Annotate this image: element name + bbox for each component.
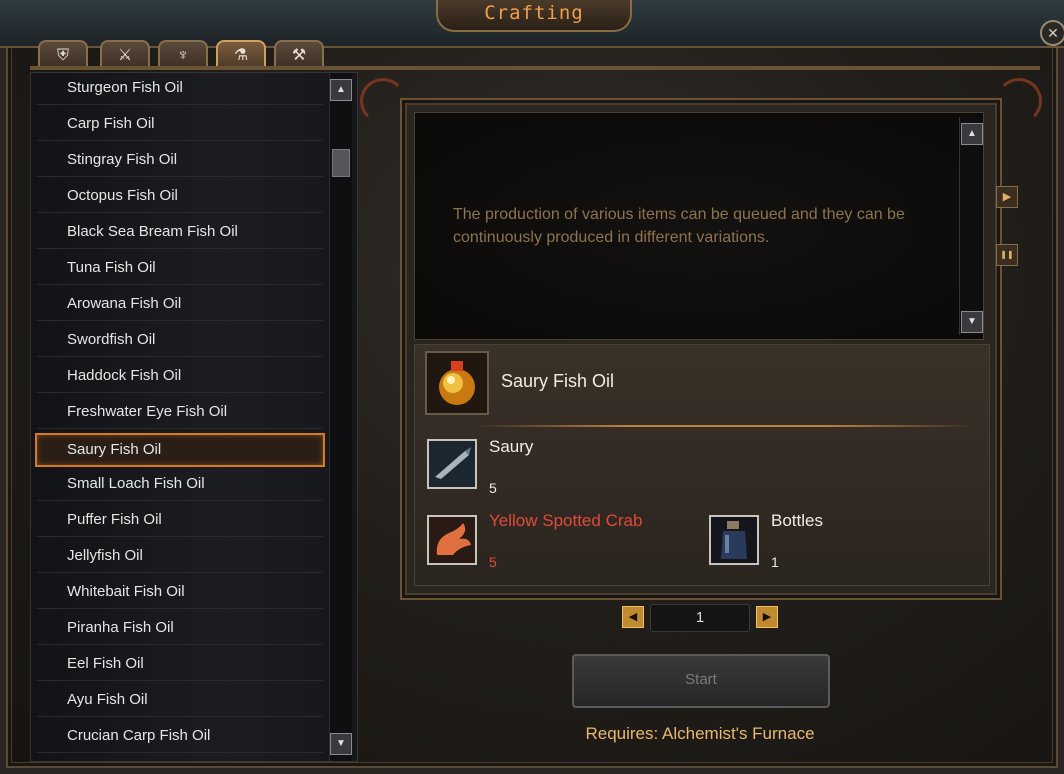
ingredient-quantity: 1 [771, 554, 779, 570]
requirement-text: Requires: Alchemist's Furnace [585, 724, 815, 743]
list-item[interactable]: Ayu Fish Oil [37, 683, 323, 717]
recipe-list-scrollbar[interactable]: ▲ ▼ [329, 73, 352, 761]
result-item-name: Saury Fish Oil [501, 371, 615, 391]
ingredient-quantity-missing: 5 [489, 554, 497, 570]
recipe-list: Sturgeon Fish Oil Carp Fish Oil Stingray… [30, 72, 358, 762]
list-item[interactable]: Crucian Carp Fish Oil [37, 719, 323, 753]
sword-icon: ⚔ [117, 47, 133, 64]
quantity-field[interactable]: 1 [650, 604, 750, 632]
corner-ornament [996, 78, 1042, 124]
description-box: The production of various items can be q… [414, 112, 984, 340]
chevron-up-icon: ▲ [336, 84, 346, 95]
fishing-icon: ♆ [177, 47, 189, 64]
result-item-slot[interactable] [425, 351, 489, 415]
tab-strip-divider [30, 66, 1040, 70]
list-item[interactable]: Whitebait Fish Oil [37, 575, 323, 609]
recipe-divider [475, 425, 975, 427]
ingredient-slot-bottles[interactable] [709, 515, 759, 565]
list-item[interactable]: Freshwater Eye Fish Oil [37, 395, 323, 429]
close-icon: ✕ [1047, 25, 1059, 41]
description-scroll-up[interactable]: ▲ [961, 123, 983, 145]
chevron-up-icon: ▲ [967, 128, 977, 139]
chevron-down-icon: ▼ [336, 738, 346, 749]
list-item[interactable]: Haddock Fish Oil [37, 359, 323, 393]
list-item[interactable]: Stingray Fish Oil [37, 143, 323, 177]
scroll-up-button[interactable]: ▲ [330, 79, 352, 101]
ingredient-name: Saury [489, 437, 534, 456]
list-item[interactable]: Black Sea Bream Fish Oil [37, 215, 323, 249]
list-item[interactable]: Piranha Fish Oil [37, 611, 323, 645]
window-title: Crafting [484, 2, 584, 24]
description-scroll-down[interactable]: ▼ [961, 311, 983, 333]
chevron-right-icon: ▶ [762, 611, 772, 623]
close-button[interactable]: ✕ [1040, 20, 1064, 46]
ingredient-slot-saury[interactable] [427, 439, 477, 489]
ingredient-name: Bottles [771, 511, 823, 530]
play-button[interactable]: ▶ [996, 186, 1018, 208]
chevron-left-icon: ◀ [628, 611, 638, 623]
decrease-quantity-button[interactable]: ◀ [622, 606, 644, 628]
increase-quantity-button[interactable]: ▶ [756, 606, 778, 628]
list-item[interactable]: Octopus Fish Oil [37, 179, 323, 213]
list-item[interactable]: Swordfish Oil [37, 323, 323, 357]
ingredient-name-missing: Yellow Spotted Crab [489, 511, 643, 530]
description-text: The production of various items can be q… [453, 206, 905, 246]
pause-icon: ❚❚ [1000, 250, 1014, 259]
list-item[interactable]: Carp Fish Oil [37, 107, 323, 141]
fish-icon [429, 441, 475, 487]
list-item-selected[interactable]: Saury Fish Oil [35, 433, 325, 467]
fish-oil-potion-icon [427, 353, 487, 413]
list-item[interactable]: Puffer Fish Oil [37, 503, 323, 537]
list-item[interactable]: Tuna Fish Oil [37, 251, 323, 285]
list-item[interactable]: Small Loach Fish Oil [37, 467, 323, 501]
pickaxe-icon: ⚒ [291, 47, 307, 64]
play-icon: ▶ [1002, 191, 1012, 203]
pause-button[interactable]: ❚❚ [996, 244, 1018, 266]
crab-claw-icon [429, 517, 475, 563]
title-plate: Crafting [436, 0, 632, 32]
list-item[interactable]: Jellyfish Oil [37, 539, 323, 573]
scroll-thumb[interactable] [332, 149, 350, 177]
recipe-details: Saury Fish Oil Saury 5 Yellow Spotted Cr… [414, 344, 990, 586]
start-button[interactable]: Start [572, 654, 830, 708]
list-item[interactable]: Arowana Fish Oil [37, 287, 323, 321]
description-scrollbar[interactable]: ▲ ▼ [959, 117, 983, 335]
armor-icon: ⛨ [56, 47, 69, 64]
list-item[interactable]: Sturgeon Fish Oil [37, 73, 323, 105]
ingredient-slot-crab[interactable] [427, 515, 477, 565]
chevron-down-icon: ▼ [967, 316, 977, 327]
ingredient-quantity: 5 [489, 480, 497, 496]
list-item[interactable]: Eel Fish Oil [37, 647, 323, 681]
bottle-icon [711, 517, 757, 563]
potion-icon: ⚗ [233, 47, 249, 64]
scroll-down-button[interactable]: ▼ [330, 733, 352, 755]
